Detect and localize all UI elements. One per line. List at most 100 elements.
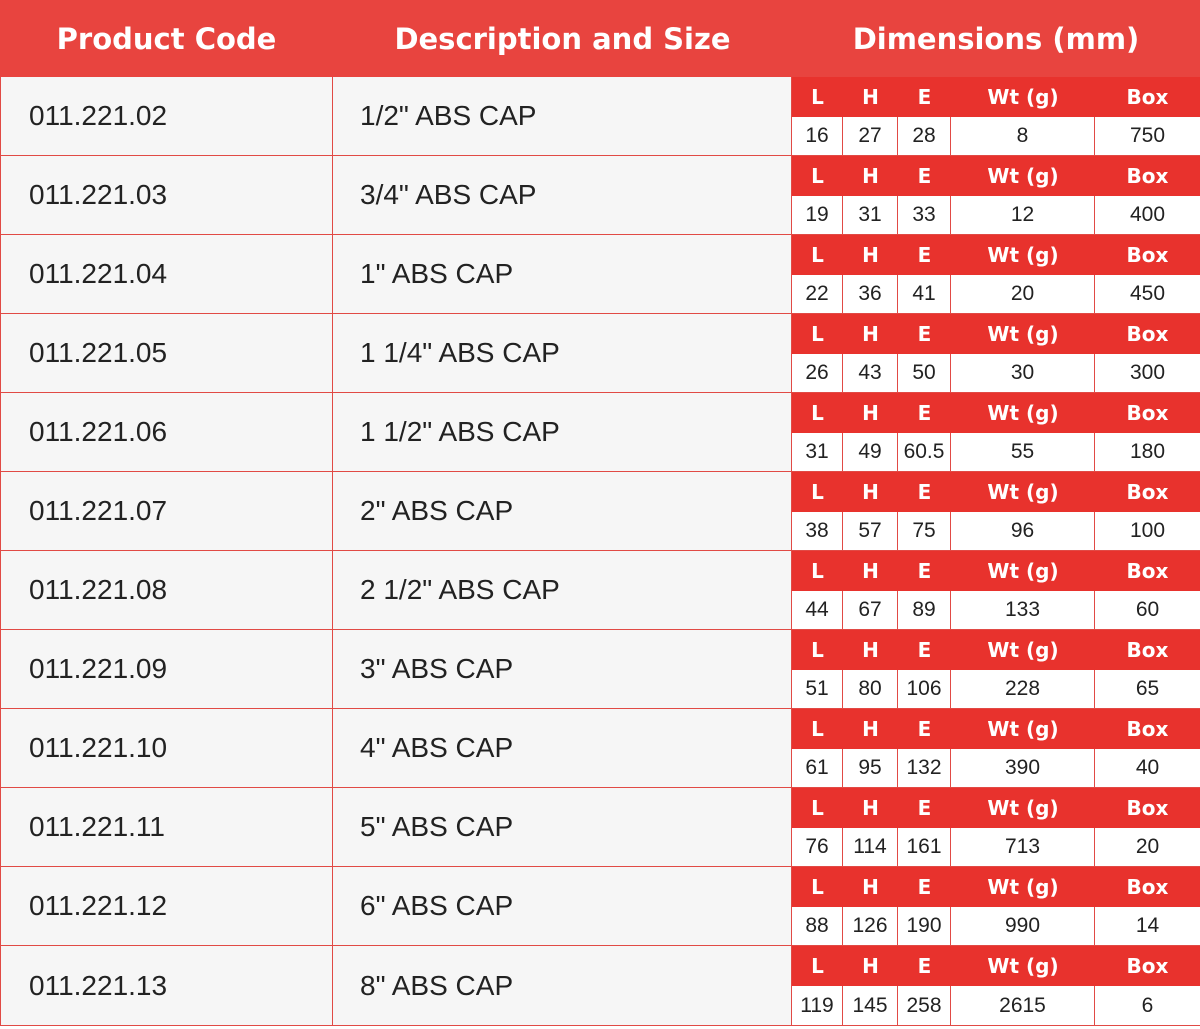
dimensions-cell: L H E Wt (g) Box 61 95 132 390 40 (792, 709, 1200, 787)
dim-label-h: H (862, 559, 879, 583)
dim-label-l: L (811, 717, 824, 741)
dimensions-cell: L H E Wt (g) Box 26 43 50 30 300 (792, 314, 1200, 392)
dim-value-h: 145 (843, 986, 898, 1025)
dim-value-l: 88 (792, 907, 843, 945)
dimensions-subheader: L H E Wt (g) Box (792, 314, 1200, 354)
product-code-cell: 011.221.03 (0, 156, 333, 234)
dimensions-cell: L H E Wt (g) Box 51 80 106 228 65 (792, 630, 1200, 708)
dim-label-l: L (811, 85, 824, 109)
table-row: 011.221.06 1 1/2" ABS CAP L H E Wt (g) Box 31 49… (0, 393, 1200, 472)
product-code-cell: 011.221.11 (0, 788, 333, 866)
dimensions-subheader: L H E Wt (g) Box (792, 235, 1200, 275)
dim-label-l: L (811, 322, 824, 346)
dimensions-values: 19 31 33 12 400 (792, 196, 1200, 234)
dim-label-h: H (862, 954, 879, 978)
dim-label-h: H (862, 480, 879, 504)
dim-label-l: L (811, 638, 824, 662)
dim-value-h: 67 (843, 591, 898, 629)
table-row: 011.221.13 8" ABS CAP L H E Wt (g) Box 119 145 25… (0, 946, 1200, 1026)
dim-value-h: 27 (843, 117, 898, 155)
dimensions-subheader: L H E Wt (g) Box (792, 551, 1200, 591)
description-cell: 1 1/4" ABS CAP (333, 314, 792, 392)
product-code-cell: 011.221.06 (0, 393, 333, 471)
dim-value-box: 6 (1141, 993, 1154, 1017)
dim-label-box: Box (1126, 954, 1169, 978)
dimensions-cell: L H E Wt (g) Box 16 27 28 8 750 (792, 77, 1200, 155)
description-cell: 1 1/2" ABS CAP (333, 393, 792, 471)
product-table: Product Code Description and Size Dimens… (0, 0, 1200, 1029)
dim-label-e: E (917, 717, 932, 741)
dim-label-box: Box (1126, 322, 1169, 346)
product-code-cell: 011.221.05 (0, 314, 333, 392)
table-row: 011.221.11 5" ABS CAP L H E Wt (g) Box 76 114 161… (0, 788, 1200, 867)
dim-value-l: 31 (792, 433, 843, 471)
product-code-cell: 011.221.02 (0, 77, 333, 155)
dim-label-wt: Wt (g) (987, 322, 1059, 346)
dim-value-l: 44 (792, 591, 843, 629)
dim-value-e: 50 (898, 354, 951, 392)
dim-label-box: Box (1126, 480, 1169, 504)
dim-value-h: 43 (843, 354, 898, 392)
table-row: 011.221.02 1/2" ABS CAP L H E Wt (g) Box 16 27 28… (0, 77, 1200, 156)
dim-value-wt: 20 (951, 275, 1095, 313)
dim-label-e: E (917, 243, 932, 267)
table-row: 011.221.04 1" ABS CAP L H E Wt (g) Box 22 36 41 20… (0, 235, 1200, 314)
dim-label-e: E (917, 164, 932, 188)
dim-value-l: 119 (792, 986, 843, 1025)
description-cell: 1/2" ABS CAP (333, 77, 792, 155)
dim-value-h: 114 (843, 828, 898, 866)
dimensions-values: 119 145 258 2615 6 (792, 986, 1200, 1025)
dim-label-l: L (811, 243, 824, 267)
dim-label-wt: Wt (g) (987, 875, 1059, 899)
dim-value-l: 51 (792, 670, 843, 708)
dim-value-e: 60.5 (898, 433, 951, 471)
dim-label-l: L (811, 559, 824, 583)
dim-label-wt: Wt (g) (987, 85, 1059, 109)
dimensions-subheader: L H E Wt (g) Box (792, 630, 1200, 670)
dim-value-wt: 228 (951, 670, 1095, 708)
dim-label-box: Box (1126, 559, 1169, 583)
dim-label-box: Box (1126, 796, 1169, 820)
dimensions-values: 26 43 50 30 300 (792, 354, 1200, 392)
product-code-cell: 011.221.04 (0, 235, 333, 313)
dim-label-e: E (917, 480, 932, 504)
table-row: 011.221.09 3" ABS CAP L H E Wt (g) Box 51 80 106 2… (0, 630, 1200, 709)
dim-label-wt: Wt (g) (987, 796, 1059, 820)
dim-value-box: 40 (1135, 756, 1160, 779)
product-code-cell: 011.221.07 (0, 472, 333, 550)
dim-value-h: 95 (843, 749, 898, 787)
dim-value-e: 89 (898, 591, 951, 629)
dim-value-wt: 96 (951, 512, 1095, 550)
dim-value-wt: 990 (951, 907, 1095, 945)
dim-value-box: 60 (1135, 598, 1160, 621)
dim-value-box: 14 (1135, 914, 1160, 937)
table-header: Product Code Description and Size Dimens… (0, 0, 1200, 77)
dim-value-box: 450 (1129, 282, 1166, 305)
dim-label-e: E (917, 954, 932, 978)
dimensions-cell: L H E Wt (g) Box 38 57 75 96 100 (792, 472, 1200, 550)
header-dimensions: Dimensions (mm) (852, 21, 1140, 56)
dimensions-values: 38 57 75 96 100 (792, 512, 1200, 550)
dim-label-e: E (917, 401, 932, 425)
product-code-cell: 011.221.10 (0, 709, 333, 787)
dim-label-h: H (862, 322, 879, 346)
table-row: 011.221.12 6" ABS CAP L H E Wt (g) Box 88 126 190… (0, 867, 1200, 946)
dimensions-subheader: L H E Wt (g) Box (792, 788, 1200, 828)
dim-value-box: 20 (1135, 835, 1160, 858)
dimensions-subheader: L H E Wt (g) Box (792, 946, 1200, 986)
table-body: 011.221.02 1/2" ABS CAP L H E Wt (g) Box 16 27 28… (0, 77, 1200, 1026)
dim-label-h: H (862, 638, 879, 662)
dim-value-e: 28 (898, 117, 951, 155)
dim-value-h: 57 (843, 512, 898, 550)
dim-label-h: H (862, 243, 879, 267)
dim-label-l: L (811, 954, 824, 978)
description-cell: 2" ABS CAP (333, 472, 792, 550)
description-cell: 6" ABS CAP (333, 867, 792, 945)
dimensions-values: 16 27 28 8 750 (792, 117, 1200, 155)
table-row: 011.221.05 1 1/4" ABS CAP L H E Wt (g) Box 26 43… (0, 314, 1200, 393)
dim-label-l: L (811, 796, 824, 820)
dimensions-cell: L H E Wt (g) Box 76 114 161 713 20 (792, 788, 1200, 866)
dim-label-wt: Wt (g) (987, 164, 1059, 188)
dim-value-box: 65 (1135, 677, 1160, 700)
dim-label-h: H (862, 717, 879, 741)
